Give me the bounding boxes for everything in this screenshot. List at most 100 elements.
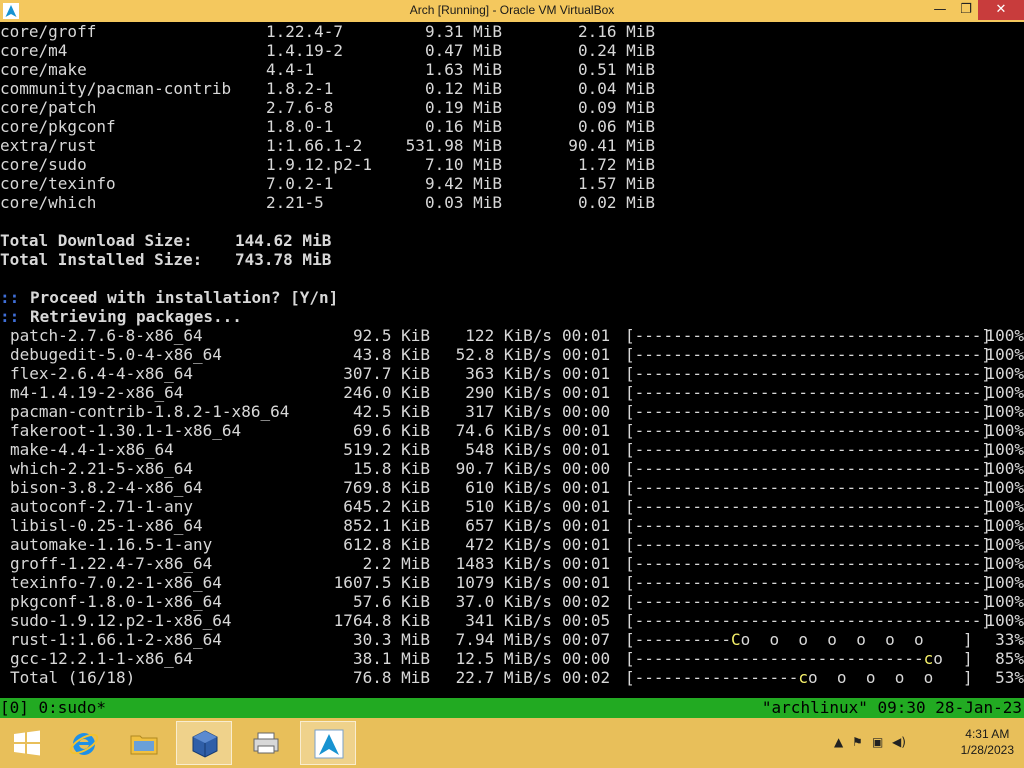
download-percent: 100% (985, 459, 1024, 478)
download-size: 852.1 KiB (343, 516, 430, 535)
download-percent: 100% (985, 345, 1024, 364)
download-percent: 100% (985, 611, 1024, 630)
download-rate: 363 KiB/s (465, 364, 552, 383)
prompt-marker: :: (0, 307, 20, 326)
system-tray: ▲ ⚑ ▣ ◀) 4:31 AM 1/28/2023 (834, 718, 1024, 768)
download-size: 38.1 MiB (352, 649, 430, 668)
close-button[interactable]: ✕ (978, 0, 1024, 20)
progress-filled: [------------------------------ (625, 649, 924, 668)
start-button[interactable] (0, 721, 56, 765)
progress-remaining: o (933, 649, 943, 668)
chevron-up-icon[interactable]: ▲ (834, 735, 843, 749)
download-progress-bar: [-----------------co o o o o (625, 668, 933, 687)
download-name: patch-2.7.6-8-x86_64 (10, 326, 203, 345)
download-size: 42.5 KiB (352, 402, 430, 421)
volume-icon[interactable]: ◀) (892, 735, 906, 749)
download-rate: 548 KiB/s (465, 440, 552, 459)
virtualbox-icon (192, 730, 218, 758)
clock[interactable]: 4:31 AM 1/28/2023 (961, 726, 1014, 758)
total-installed-value: 743.78 MiB (235, 250, 332, 269)
download-rate: 74.6 KiB/s (455, 421, 552, 440)
download-progress-bar: [------------------------------------] (625, 364, 992, 383)
package-installed-size: 90.41 MiB (568, 136, 655, 155)
download-elapsed: 00:00 (562, 459, 611, 478)
download-progress-bar: [------------------------------------] (625, 516, 992, 535)
total-installed-label: Total Installed Size: (0, 250, 203, 269)
download-elapsed: 00:01 (562, 516, 611, 535)
download-rate: 37.0 KiB/s (455, 592, 552, 611)
download-name: bison-3.8.2-4-x86_64 (10, 478, 203, 497)
clock-date: 1/28/2023 (960, 743, 1014, 757)
prompt-marker: :: (0, 288, 20, 307)
download-rate: 7.94 MiB/s (455, 630, 552, 649)
package-version: 2.21-5 (266, 193, 324, 212)
download-rate: 317 KiB/s (465, 402, 552, 421)
download-elapsed: 00:01 (562, 535, 611, 554)
package-installed-size: 0.02 MiB (577, 193, 655, 212)
package-name: core/sudo (0, 155, 87, 174)
download-percent: 100% (985, 516, 1024, 535)
download-name: debugedit-5.0-4-x86_64 (10, 345, 222, 364)
download-name: libisl-0.25-1-x86_64 (10, 516, 203, 535)
package-download-size: 0.16 MiB (424, 117, 502, 136)
taskbar-device-app[interactable] (238, 721, 294, 765)
download-name: flex-2.6.4-4-x86_64 (10, 364, 194, 383)
flag-icon[interactable]: ⚑ (852, 735, 863, 749)
package-name: core/texinfo (0, 174, 116, 193)
download-percent: 100% (985, 478, 1024, 497)
taskbar-internet-explorer[interactable] (56, 721, 112, 765)
package-download-size: 0.12 MiB (424, 79, 502, 98)
download-rate: 52.8 KiB/s (455, 345, 552, 364)
download-size: 769.8 KiB (343, 478, 430, 497)
download-size: 307.7 KiB (343, 364, 430, 383)
package-name: core/make (0, 60, 87, 79)
minimize-button[interactable]: — (926, 0, 954, 20)
download-progress-bar: [------------------------------------] (625, 497, 992, 516)
package-version: 1.8.0-1 (266, 117, 334, 136)
package-download-size: 0.19 MiB (424, 98, 502, 117)
download-rate: 510 KiB/s (465, 497, 552, 516)
download-rate: 1483 KiB/s (455, 554, 552, 573)
package-download-size: 9.42 MiB (424, 174, 502, 193)
tmux-host-time: "archlinux" 09:30 28-Jan-23 (761, 698, 1022, 717)
download-rate: 1079 KiB/s (455, 573, 552, 592)
download-size: 645.2 KiB (343, 497, 430, 516)
download-elapsed: 00:07 (562, 630, 611, 649)
download-progress-bar: [------------------------------------] (625, 535, 992, 554)
download-name: gcc-12.2.1-1-x86_64 (10, 649, 194, 668)
package-version: 7.0.2-1 (266, 174, 334, 193)
pacman-glyph: c (923, 649, 934, 668)
download-size: 69.6 KiB (352, 421, 430, 440)
download-progress-bar: [------------------------------co (625, 649, 943, 668)
maximize-button[interactable]: ❐ (952, 0, 980, 20)
download-name: automake-1.16.5-1-any (10, 535, 213, 554)
taskbar-virtualbox-manager[interactable] (176, 721, 232, 765)
download-progress-bar: [------------------------------------] (625, 421, 992, 440)
download-name: sudo-1.9.12.p2-1-x86_64 (10, 611, 232, 630)
download-name: texinfo-7.0.2-1-x86_64 (10, 573, 222, 592)
download-progress-bar: [------------------------------------] (625, 440, 992, 459)
network-icon[interactable]: ▣ (872, 735, 883, 749)
download-progress-bar: [------------------------------------] (625, 345, 992, 364)
download-name: fakeroot-1.30.1-1-x86_64 (10, 421, 242, 440)
download-elapsed: 00:05 (562, 611, 611, 630)
total-download-label: Total Download Size: (0, 231, 193, 250)
package-download-size: 531.98 MiB (405, 136, 502, 155)
download-percent: 100% (985, 440, 1024, 459)
download-name: autoconf-2.71-1-any (10, 497, 194, 516)
package-name: core/groff (0, 22, 97, 41)
package-installed-size: 2.16 MiB (577, 22, 655, 41)
download-elapsed: 00:01 (562, 554, 611, 573)
download-rate: 472 KiB/s (465, 535, 552, 554)
download-percent: 100% (985, 326, 1024, 345)
package-version: 1:1.66.1-2 (266, 136, 363, 155)
progress-remaining: o o o o o o o (740, 630, 924, 649)
taskbar-arch-vm[interactable] (300, 721, 356, 765)
window-title-bar[interactable]: Arch [Running] - Oracle VM VirtualBox — … (0, 0, 1024, 22)
package-version: 1.8.2-1 (266, 79, 334, 98)
download-elapsed: 00:00 (562, 649, 611, 668)
terminal-screen[interactable]: core/groff 1.22.4-7 9.31 MiB 2.16 MiB core/m… (0, 22, 1024, 698)
download-elapsed: 00:01 (562, 345, 611, 364)
taskbar-file-explorer[interactable] (116, 721, 172, 765)
internet-explorer-icon (69, 733, 99, 755)
